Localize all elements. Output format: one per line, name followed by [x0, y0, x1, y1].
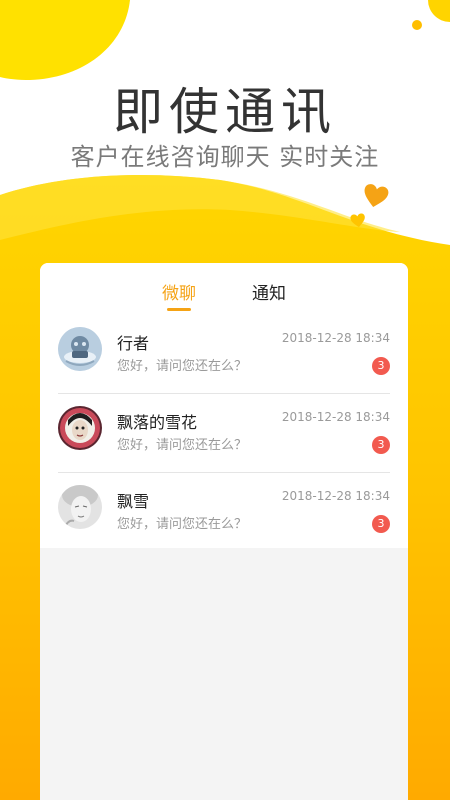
last-message: 您好，请问您还在么？: [117, 359, 248, 374]
hero-title: 即使通讯: [113, 83, 337, 141]
message-time: 2018-12-28 18:34: [281, 410, 390, 424]
last-message: 您好，请问您还在么？: [117, 517, 248, 532]
active-tab-indicator: [167, 308, 191, 311]
top-right-dot: [412, 20, 422, 30]
chat-card: 微聊 通知 行者 您好，请问您还在么？ 2018-12-28 18:34 3 飘…: [40, 263, 408, 800]
heart-icon: [364, 184, 389, 208]
sketch-avatar: [58, 485, 102, 529]
unread-badge: 3: [372, 357, 390, 375]
unread-badge: 3: [372, 436, 390, 454]
contact-name: 飘落的雪花: [117, 413, 198, 432]
contact-name: 行者: [117, 334, 150, 353]
heart-icon: [350, 213, 365, 228]
face-avatar: [58, 406, 102, 450]
top-right-circle: [428, 0, 450, 22]
tab-notifications[interactable]: 通知: [252, 279, 286, 304]
robot-avatar: [58, 327, 102, 371]
hearts-decoration: [350, 184, 389, 228]
contact-name: 飘雪: [117, 492, 150, 511]
message-time: 2018-12-28 18:34: [281, 331, 390, 345]
conversation-list: 行者 您好，请问您还在么？ 2018-12-28 18:34 3 飘落的雪花 您: [40, 315, 408, 551]
last-message: 您好，请问您还在么？: [117, 438, 248, 453]
unread-badge: 3: [372, 515, 390, 533]
chat-card-content: 微聊 通知 行者 您好，请问您还在么？ 2018-12-28 18:34 3 飘…: [40, 263, 408, 548]
hero-subtitle: 客户在线咨询聊天 实时关注: [70, 143, 380, 171]
message-time: 2018-12-28 18:34: [281, 489, 390, 503]
list-item[interactable]: 飘雪 您好，请问您还在么？ 2018-12-28 18:34 3: [58, 473, 390, 551]
top-left-blob: [0, 0, 130, 80]
tab-wechat[interactable]: 微聊: [162, 279, 196, 304]
tab-bar: 微聊 通知: [40, 263, 408, 315]
list-item[interactable]: 行者 您好，请问您还在么？ 2018-12-28 18:34 3: [58, 315, 390, 394]
list-item[interactable]: 飘落的雪花 您好，请问您还在么？ 2018-12-28 18:34 3: [58, 394, 390, 473]
